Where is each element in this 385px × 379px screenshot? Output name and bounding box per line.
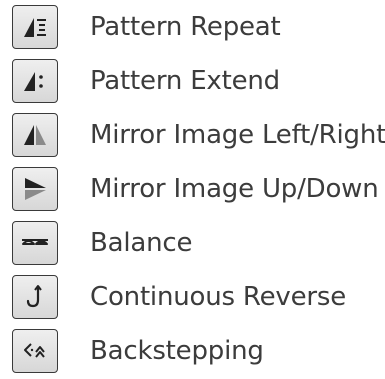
pattern-extend-button[interactable] [12, 59, 58, 103]
balance-icon [22, 239, 48, 245]
mirror-left-right-icon [24, 125, 46, 145]
pattern-extend-icon [24, 72, 43, 91]
backstepping-button[interactable] [12, 329, 58, 373]
pattern-extend-label: Pattern Extend [90, 66, 280, 96]
list-item-pattern-extend: Pattern Extend [0, 57, 385, 105]
list-item-mirror-left-right: Mirror Image Left/Right [0, 111, 385, 159]
backstepping-label: Backstepping [90, 336, 264, 366]
balance-label: Balance [90, 228, 193, 258]
pattern-repeat-label: Pattern Repeat [90, 12, 281, 42]
continuous-reverse-button[interactable] [12, 275, 58, 319]
mirror-left-right-button[interactable] [12, 113, 58, 157]
pattern-repeat-button[interactable] [12, 5, 58, 49]
balance-button[interactable] [12, 221, 58, 265]
list-item-pattern-repeat: Pattern Repeat [0, 3, 385, 51]
list-item-balance: Balance [0, 219, 385, 267]
list-item-backstepping: Backstepping [0, 327, 385, 375]
mirror-up-down-button[interactable] [12, 167, 58, 211]
mirror-left-right-label: Mirror Image Left/Right [90, 120, 385, 150]
list-item-mirror-up-down: Mirror Image Up/Down [0, 165, 385, 213]
mirror-up-down-icon [25, 178, 46, 200]
list-item-continuous-reverse: Continuous Reverse [0, 273, 385, 321]
continuous-reverse-icon [26, 285, 42, 308]
continuous-reverse-label: Continuous Reverse [90, 282, 347, 312]
mirror-up-down-label: Mirror Image Up/Down [90, 174, 379, 204]
stitch-function-list: Pattern Repeat Pattern Extend Mirror Ima… [0, 0, 385, 379]
backstepping-icon [24, 343, 45, 358]
pattern-repeat-icon [24, 18, 46, 37]
